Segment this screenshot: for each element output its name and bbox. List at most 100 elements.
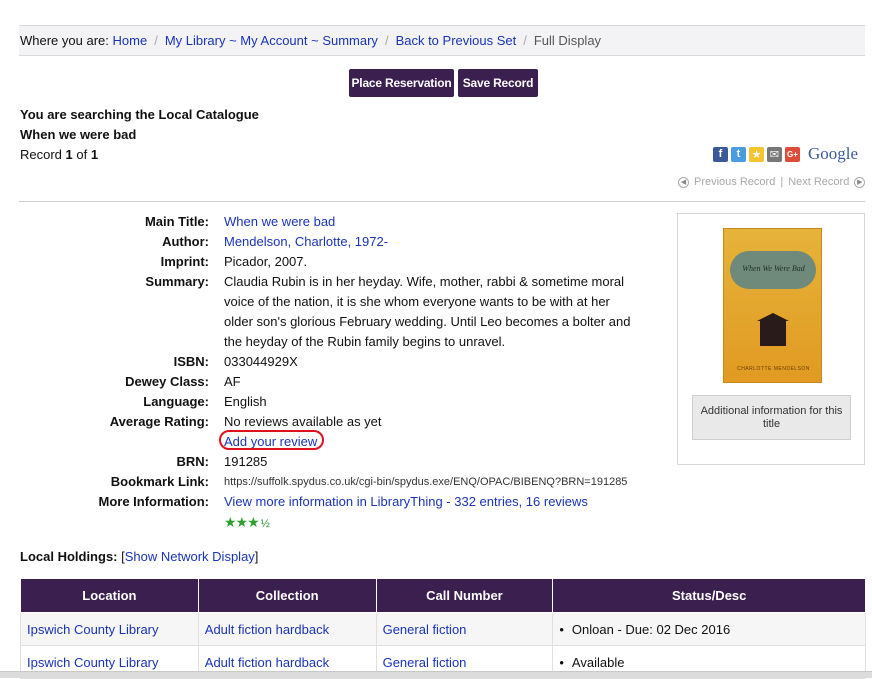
record-number: 1 (65, 147, 73, 162)
breadcrumb-separator: / (384, 33, 389, 48)
bracket-close: ] (254, 549, 259, 564)
twitter-icon[interactable]: t (731, 146, 746, 162)
cover-house-shape (757, 313, 789, 346)
breadcrumb-current: Full Display (533, 33, 602, 48)
brn-value: 191285 (224, 454, 268, 469)
column-header[interactable]: Call Number (375, 578, 554, 613)
detail-label: Average Rating: (109, 414, 209, 429)
status-text: Available (571, 654, 625, 670)
google-plus-icon[interactable]: G+ (785, 146, 800, 162)
share-bar: f t ★ ✉ G+ Google (713, 144, 858, 164)
half-star-icon: ½ (260, 518, 270, 530)
column-header[interactable]: Location (20, 578, 199, 613)
detail-row-imprint: Imprint: Picador, 2007. (20, 252, 634, 272)
search-info: You are searching the Local Catalogue Wh… (20, 105, 259, 165)
previous-record-link[interactable]: Previous Record (694, 176, 775, 188)
detail-row-dewey: Dewey Class: AF (20, 372, 634, 392)
search-query: When we were bad (20, 127, 137, 142)
record-details: Main Title: When we were bad Author: Men… (20, 212, 634, 534)
breadcrumb-separator: / (154, 33, 158, 48)
call-number-link[interactable]: General fiction (383, 655, 467, 670)
record-counter: Record 1 of 1 (20, 145, 259, 165)
star-rating: ★★★ ½ (224, 512, 634, 534)
breadcrumb: Where you are: Home / My Library ~ My Ac… (19, 25, 865, 56)
highlight-ring (219, 430, 324, 450)
detail-row-main-title: Main Title: When we were bad (20, 212, 634, 232)
chevron-left-icon[interactable]: ◀ (678, 176, 689, 188)
cover-author: CHARLOTTE MENDELSON (737, 366, 810, 372)
catalogue-heading: You are searching the Local Catalogue (20, 107, 259, 122)
action-bar: Place Reservation Save Record (349, 69, 538, 97)
detail-row-isbn: ISBN: 033044929X (20, 352, 634, 372)
bullet-icon: • (559, 654, 564, 670)
location-link[interactable]: Ipswich County Library (27, 622, 159, 637)
isbn-value: 033044929X (224, 354, 298, 369)
call-number-link[interactable]: General fiction (383, 622, 467, 637)
breadcrumb-separator: / (523, 33, 527, 48)
detail-row-brn: BRN: 191285 (20, 452, 634, 472)
holdings-table: Location Collection Call Number Status/D… (20, 578, 866, 679)
detail-row-rating: Average Rating: No reviews available as … (20, 412, 634, 452)
breadcrumb-my-library-link[interactable]: My Library ~ My Account ~ Summary (165, 33, 378, 48)
location-link[interactable]: Ipswich County Library (27, 655, 159, 670)
cover-panel: When We Were Bad CHARLOTTE MENDELSON Add… (677, 213, 865, 465)
detail-row-more-info: More Information: View more information … (20, 492, 634, 534)
detail-row-language: Language: English (20, 392, 634, 412)
detail-label: Imprint: (160, 254, 209, 269)
favourite-star-icon[interactable]: ★ (749, 146, 764, 162)
librarything-link[interactable]: View more information in LibraryThing - … (224, 494, 588, 509)
holdings-label: Local Holdings: (20, 549, 118, 564)
detail-label: Dewey Class: (125, 374, 209, 389)
detail-label: Bookmark Link: (110, 474, 209, 489)
dewey-value: AF (224, 374, 241, 389)
summary-value: Claudia Rubin is in her heyday. Wife, mo… (224, 274, 631, 349)
detail-label: BRN: (176, 454, 210, 469)
detail-label: More Information: (98, 494, 210, 509)
google-logo[interactable]: Google (808, 144, 858, 164)
author-link[interactable]: Mendelson, Charlotte, 1972- (224, 234, 388, 249)
facebook-icon[interactable]: f (713, 146, 728, 162)
email-icon[interactable]: ✉ (767, 146, 782, 162)
main-title-link[interactable]: When we were bad (224, 214, 335, 229)
column-header[interactable]: Status/Desc (552, 578, 866, 613)
record-total: 1 (90, 147, 99, 162)
breadcrumb-prefix: Where you are: (20, 33, 109, 48)
collection-link[interactable]: Adult fiction hardback (205, 655, 329, 670)
column-header[interactable]: Collection (197, 578, 377, 613)
imprint-value: Picador, 2007. (224, 254, 308, 269)
holdings-header: Local Holdings: [Show Network Display] (20, 549, 258, 564)
status-text: Onloan - Due: 02 Dec 2016 (571, 621, 731, 637)
record-prefix: Record (20, 147, 62, 162)
nav-divider: | (780, 176, 784, 188)
cover-title: When We Were Bad (742, 264, 805, 273)
show-network-display-link[interactable]: Show Network Display (125, 549, 255, 564)
record-navigation: ◀ Previous Record | Next Record ▶ (678, 176, 866, 188)
detail-label: ISBN: (173, 354, 209, 369)
language-value: English (224, 394, 267, 409)
bullet-icon: • (559, 621, 564, 637)
rating-value: No reviews available as yet (224, 414, 382, 429)
detail-label: Author: (162, 234, 209, 249)
save-record-button[interactable]: Save Record (458, 69, 538, 97)
record-of: of (76, 147, 88, 162)
divider (19, 201, 865, 202)
detail-label: Summary: (145, 274, 209, 289)
detail-label: Main Title: (144, 214, 209, 229)
chevron-right-icon[interactable]: ▶ (854, 176, 866, 188)
table-header-row: Location Collection Call Number Status/D… (20, 578, 866, 613)
book-cover-image[interactable]: When We Were Bad CHARLOTTE MENDELSON (723, 228, 822, 383)
place-reservation-button[interactable]: Place Reservation (349, 69, 454, 97)
table-row: Ipswich County Library Adult fiction har… (20, 612, 866, 646)
collection-link[interactable]: Adult fiction hardback (205, 622, 329, 637)
detail-row-summary: Summary: Claudia Rubin is in her heyday.… (20, 272, 634, 352)
breadcrumb-home-link[interactable]: Home (113, 33, 148, 48)
breadcrumb-previous-set-link[interactable]: Back to Previous Set (396, 33, 517, 48)
bookmark-link[interactable]: https://suffolk.spydus.co.uk/cgi-bin/spy… (224, 472, 634, 492)
detail-row-author: Author: Mendelson, Charlotte, 1972- (20, 232, 634, 252)
star-icon: ★★★ (224, 514, 260, 530)
detail-row-bookmark: Bookmark Link: https://suffolk.spydus.co… (20, 472, 634, 492)
add-review-wrapper: Add your review (219, 430, 324, 452)
detail-label: Language: (143, 394, 209, 409)
next-record-link[interactable]: Next Record (788, 176, 849, 188)
additional-info-button[interactable]: Additional information for this title (692, 395, 851, 440)
